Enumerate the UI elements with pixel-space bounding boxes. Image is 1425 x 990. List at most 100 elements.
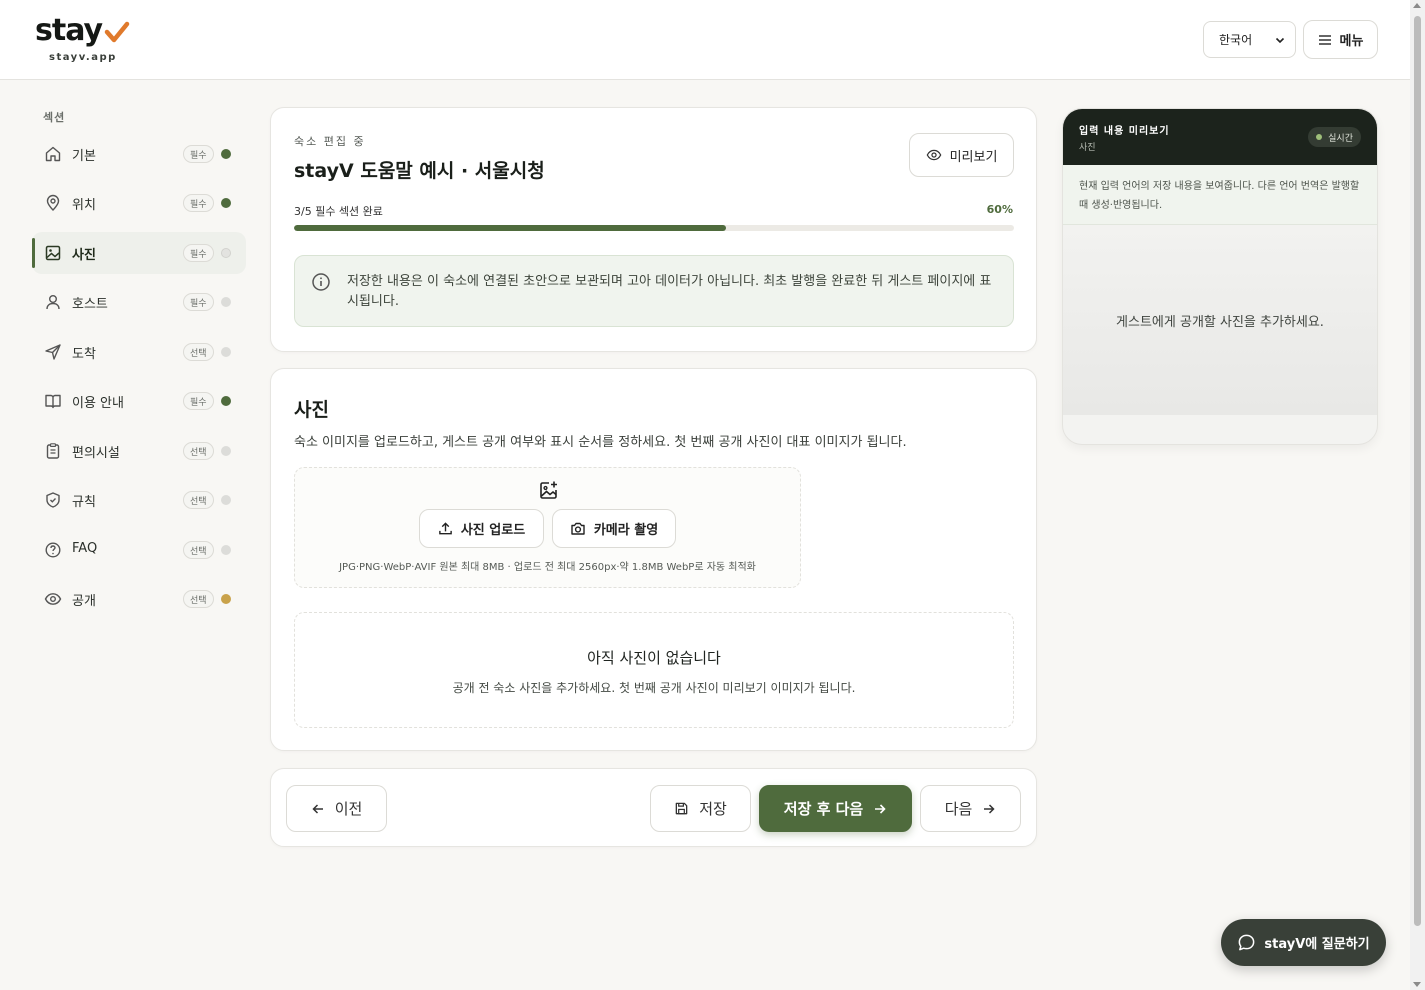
upload-photo-label: 사진 업로드 xyxy=(460,523,526,538)
save-label: 저장 xyxy=(699,800,727,818)
image-plus-icon xyxy=(540,481,557,499)
chat-bubble-icon xyxy=(1239,934,1255,951)
sidebar-item-label: 호스트 xyxy=(72,297,108,312)
required-badge: 필수 xyxy=(183,194,214,212)
sidebar-item-host[interactable]: 호스트 필수 xyxy=(32,281,246,323)
section-title: 사진 xyxy=(294,399,329,421)
live-badge-label: 실시간 xyxy=(1328,133,1353,144)
preview-button[interactable]: 미리보기 xyxy=(909,133,1014,177)
sidebar-item-label: 편의시설 xyxy=(72,446,120,461)
scroll-thumb[interactable] xyxy=(1414,16,1421,926)
preview-subtitle: 사진 xyxy=(1079,143,1096,153)
logo[interactable]: stay stayv.app xyxy=(35,13,130,63)
sidebar-item-basic[interactable]: 기본 필수 xyxy=(32,133,246,175)
book-icon xyxy=(45,394,61,409)
sidebar-item-label: 기본 xyxy=(72,149,96,164)
preview-image-area: 게스트에게 공개할 사진을 추가하세요. xyxy=(1063,225,1377,415)
menu-label: 메뉴 xyxy=(1339,34,1364,49)
sidebar-item-label: 도착 xyxy=(72,347,96,362)
sidebar-item-amenities[interactable]: 편의시설 선택 xyxy=(32,430,246,472)
sidebar-item-publish[interactable]: 공개 선택 xyxy=(32,578,246,620)
sidebar-item-label: 위치 xyxy=(72,198,96,213)
required-badge: 필수 xyxy=(183,392,214,410)
language-select[interactable]: 한국어 xyxy=(1203,21,1296,58)
status-dot xyxy=(221,198,231,208)
previous-button[interactable]: 이전 xyxy=(286,785,387,832)
step-navigation: 이전 저장 저장 후 다음 다음 xyxy=(270,768,1037,847)
empty-description: 공개 전 숙소 사진을 추가하세요. 첫 번째 공개 사진이 미리보기 이미지가… xyxy=(452,681,856,695)
save-button[interactable]: 저장 xyxy=(650,785,751,832)
sidebar-item-rules[interactable]: 규칙 선택 xyxy=(32,479,246,521)
sidebar-item-label: 규칙 xyxy=(72,495,96,510)
language-value: 한국어 xyxy=(1219,33,1253,47)
status-dot xyxy=(221,297,231,307)
scroll-up-icon[interactable] xyxy=(1413,3,1421,8)
sidebar-title: 섹션 xyxy=(43,111,66,124)
camera-icon xyxy=(571,522,585,535)
eye-icon xyxy=(44,593,62,605)
preview-empty-text: 게스트에게 공개할 사진을 추가하세요. xyxy=(1116,315,1324,330)
sidebar-item-label: FAQ xyxy=(72,541,98,556)
listing-header-card: 숙소 편집 중 stayV 도움말 예시 · 서울시청 미리보기 3/5 필수 … xyxy=(270,107,1037,352)
live-dot xyxy=(1316,134,1323,140)
camera-capture-button[interactable]: 카메라 촬영 xyxy=(552,509,676,548)
preview-button-label: 미리보기 xyxy=(949,149,998,165)
required-badge: 필수 xyxy=(183,244,214,262)
live-preview-panel: 입력 내용 미리보기 사진 실시간 현재 입력 언어의 저장 내용을 보여줍니다… xyxy=(1062,108,1378,445)
optional-badge: 선택 xyxy=(183,590,214,608)
camera-capture-label: 카메라 촬영 xyxy=(593,523,659,538)
shield-icon xyxy=(46,492,60,508)
status-dot xyxy=(221,594,231,604)
arrow-right-icon xyxy=(984,803,995,814)
empty-photos-state: 아직 사진이 없습니다 공개 전 숙소 사진을 추가하세요. 첫 번째 공개 사… xyxy=(294,612,1014,728)
optional-badge: 선택 xyxy=(183,343,214,361)
draft-notice: 저장한 내용은 이 숙소에 연결된 초안으로 보관되며 고아 데이터가 아닙니다… xyxy=(294,255,1014,327)
top-header: stay stayv.app 한국어 메뉴 xyxy=(0,0,1410,80)
sidebar-item-faq[interactable]: FAQ 선택 xyxy=(32,529,246,571)
next-button[interactable]: 다음 xyxy=(920,785,1021,832)
sidebar-item-guide[interactable]: 이용 안내 필수 xyxy=(32,380,246,422)
status-dot xyxy=(221,347,231,357)
help-circle-icon xyxy=(45,542,61,558)
menu-button[interactable]: 메뉴 xyxy=(1303,20,1378,59)
optional-badge: 선택 xyxy=(183,541,214,559)
section-description: 숙소 이미지를 업로드하고, 게스트 공개 여부와 표시 순서를 정하세요. 첫… xyxy=(294,435,907,450)
save-icon xyxy=(675,802,688,815)
status-dot xyxy=(221,248,231,258)
preview-note: 현재 입력 언어의 저장 내용을 보여줍니다. 다른 언어 번역은 발행할 때 … xyxy=(1063,165,1377,225)
send-icon xyxy=(45,344,61,360)
ask-stayv-button[interactable]: stayV에 질문하기 xyxy=(1221,919,1386,966)
checkmark-icon xyxy=(104,21,130,43)
upload-photo-button[interactable]: 사진 업로드 xyxy=(419,509,544,548)
progress-percent: 60% xyxy=(986,203,1013,216)
notice-text: 저장한 내용은 이 숙소에 연결된 초안으로 보관되며 고아 데이터가 아닙니다… xyxy=(347,274,992,309)
required-badge: 필수 xyxy=(183,145,214,163)
arrow-left-icon xyxy=(312,803,323,814)
chat-button-label: stayV에 질문하기 xyxy=(1264,937,1370,952)
user-icon xyxy=(46,295,60,310)
sidebar-item-arrival[interactable]: 도착 선택 xyxy=(32,331,246,373)
map-pin-icon xyxy=(46,194,60,211)
sidebar-item-label: 공개 xyxy=(72,594,96,609)
scroll-down-icon[interactable] xyxy=(1413,982,1421,987)
status-dot xyxy=(221,545,231,555)
live-badge: 실시간 xyxy=(1308,127,1361,147)
save-and-next-button[interactable]: 저장 후 다음 xyxy=(759,785,912,832)
sidebar-item-label: 사진 xyxy=(72,248,96,263)
page-scrollbar[interactable] xyxy=(1410,0,1425,990)
page-title: stayV 도움말 예시 · 서울시청 xyxy=(294,160,545,182)
required-badge: 필수 xyxy=(183,293,214,311)
optional-badge: 선택 xyxy=(183,442,214,460)
preview-header: 입력 내용 미리보기 사진 실시간 xyxy=(1063,109,1377,165)
chevron-down-icon xyxy=(1275,37,1285,43)
logo-text: stay xyxy=(35,13,103,48)
preview-title: 입력 내용 미리보기 xyxy=(1079,126,1170,137)
status-dot xyxy=(221,495,231,505)
image-icon xyxy=(45,245,61,261)
progress-bar xyxy=(294,225,1014,231)
sidebar-item-photos[interactable]: 사진 필수 xyxy=(32,232,246,274)
empty-title: 아직 사진이 없습니다 xyxy=(587,649,721,667)
upload-dropzone[interactable]: 사진 업로드 카메라 촬영 JPG·PNG·WebP·AVIF 원본 최대 8M… xyxy=(294,467,801,588)
sidebar-item-location[interactable]: 위치 필수 xyxy=(32,182,246,224)
logo-domain: stayv.app xyxy=(49,52,117,63)
